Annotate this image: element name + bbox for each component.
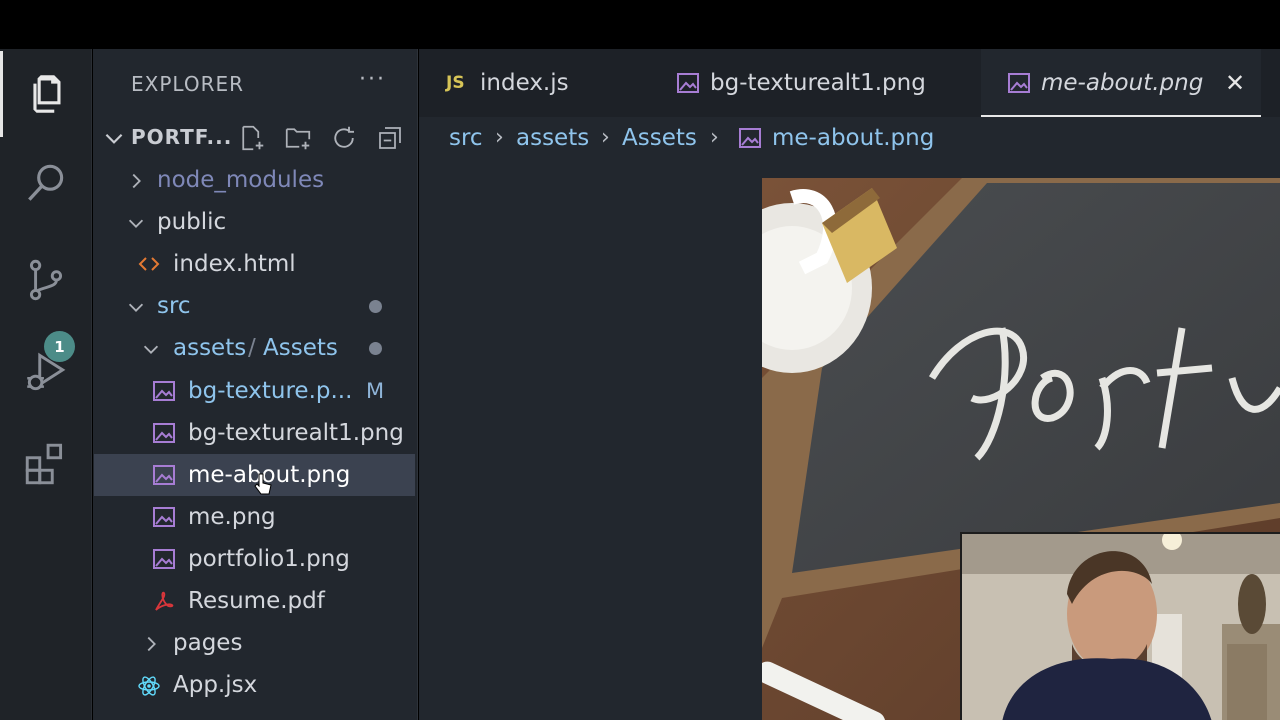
collapse-all-icon[interactable]	[375, 123, 405, 153]
image-icon	[1008, 73, 1030, 93]
tab-me-about[interactable]: me-about.png ✕	[981, 49, 1261, 117]
webcam-person-image	[962, 534, 1280, 720]
tab-label: bg-texturealt1.png	[710, 70, 926, 96]
close-tab-button[interactable]: ✕	[1225, 49, 1245, 117]
breadcrumb-item[interactable]: assets	[516, 121, 589, 155]
image-file-icon	[153, 549, 175, 569]
tab-label: me-about.png	[1041, 70, 1204, 96]
tree-item-me[interactable]: me.png	[93, 496, 418, 538]
image-icon	[739, 128, 761, 148]
tree-item-label: assets	[173, 335, 247, 361]
run-debug-activity[interactable]	[0, 329, 92, 415]
webcam-overlay	[960, 532, 1280, 720]
modified-dot	[369, 342, 382, 355]
tree-item-portfolio1[interactable]: portfolio1.png	[93, 538, 418, 580]
tree-item-src[interactable]: src	[93, 285, 418, 327]
chevron-down-icon	[143, 345, 159, 354]
tree-item-resume[interactable]: Resume.pdf	[93, 580, 418, 622]
path-separator: /	[248, 335, 256, 361]
new-folder-icon[interactable]	[283, 123, 313, 153]
explorer-activity[interactable]	[0, 51, 92, 137]
breadcrumb-separator: ›	[710, 125, 719, 150]
run-debug-icon	[27, 352, 66, 391]
project-title: PORTF...	[131, 125, 233, 149]
project-section-header[interactable]: PORTF...	[93, 117, 418, 159]
new-file-icon[interactable]	[237, 123, 267, 153]
tree-item-label: Resume.pdf	[188, 588, 325, 614]
tree-item-bg-texture[interactable]: bg-texture.p... M	[93, 370, 418, 412]
tree-item-me-about[interactable]: me-about.png	[94, 454, 415, 496]
tree-item-label-compact: Assets	[263, 335, 338, 361]
chevron-down-icon	[128, 303, 144, 312]
image-icon	[677, 73, 699, 93]
tab-label: index.js	[480, 70, 569, 96]
tree-item-label: pages	[173, 630, 243, 656]
tree-item-public[interactable]: public	[93, 201, 418, 243]
explorer-title: EXPLORER	[131, 72, 244, 96]
refresh-icon[interactable]	[329, 123, 359, 153]
tree-item-label: bg-texturealt1.png	[188, 420, 404, 446]
tree-item-label: src	[157, 293, 191, 319]
activity-bar: 1	[0, 49, 92, 720]
chevron-right-icon	[147, 636, 156, 652]
breadcrumb-separator: ›	[495, 125, 504, 150]
window-top-bar	[0, 0, 1280, 49]
tree-item-label: portfolio1.png	[188, 546, 350, 572]
tree-item-bg-texturealt1[interactable]: bg-texturealt1.png	[93, 412, 418, 454]
hand-cursor-icon	[254, 473, 272, 495]
search-activity[interactable]	[0, 141, 92, 227]
editor-area: JS index.js bg-texturealt1.png me-about.…	[419, 49, 1280, 720]
more-actions-button[interactable]: ···	[359, 67, 386, 92]
tree-item-label: App.jsx	[173, 672, 258, 698]
breadcrumb-item[interactable]: src	[449, 121, 483, 155]
breadcrumb-item[interactable]: Assets	[622, 121, 697, 155]
tree-item-label: index.html	[173, 251, 296, 277]
breadcrumb-separator: ›	[601, 125, 610, 150]
modified-dot	[369, 300, 382, 313]
source-control-icon	[29, 259, 63, 301]
tree-item-label: node_modules	[157, 167, 325, 193]
image-file-icon	[153, 507, 175, 527]
source-control-activity[interactable]	[0, 237, 92, 323]
image-file-icon	[153, 465, 175, 485]
tree-item-index-html[interactable]: index.html	[93, 243, 418, 285]
extensions-activity[interactable]	[0, 421, 92, 507]
tree-item-label: bg-texture.p...	[188, 378, 353, 404]
image-file-icon	[153, 381, 175, 401]
js-file-icon: JS	[446, 73, 465, 93]
html-file-icon	[138, 257, 160, 271]
tab-bg-texturealt1[interactable]: bg-texturealt1.png	[648, 49, 981, 117]
extensions-icon	[25, 443, 63, 485]
pdf-file-icon	[155, 591, 174, 611]
image-file-icon	[153, 423, 175, 443]
editor-tabs: JS index.js bg-texturealt1.png me-about.…	[419, 49, 1280, 117]
tab-index-js[interactable]: JS index.js	[419, 49, 648, 117]
tree-item-label: me.png	[188, 504, 276, 530]
tree-item-node-modules[interactable]: node_modules	[93, 159, 418, 201]
chevron-down-icon	[128, 219, 144, 228]
tree-item-assets[interactable]: assets / Assets	[93, 327, 418, 369]
modified-badge: M	[366, 379, 385, 403]
tree-item-pages[interactable]: pages	[93, 622, 418, 664]
files-icon	[32, 75, 60, 113]
tree-item-app-jsx[interactable]: App.jsx	[93, 664, 418, 706]
breadcrumb-item[interactable]: me-about.png	[772, 121, 934, 155]
explorer-sidebar: EXPLORER ··· PORTF... node_modules publi…	[93, 49, 418, 720]
react-file-icon	[138, 676, 160, 696]
chevron-down-icon	[105, 133, 123, 144]
chevron-right-icon	[132, 173, 141, 189]
search-icon	[28, 164, 64, 201]
tree-item-label: public	[157, 209, 227, 235]
